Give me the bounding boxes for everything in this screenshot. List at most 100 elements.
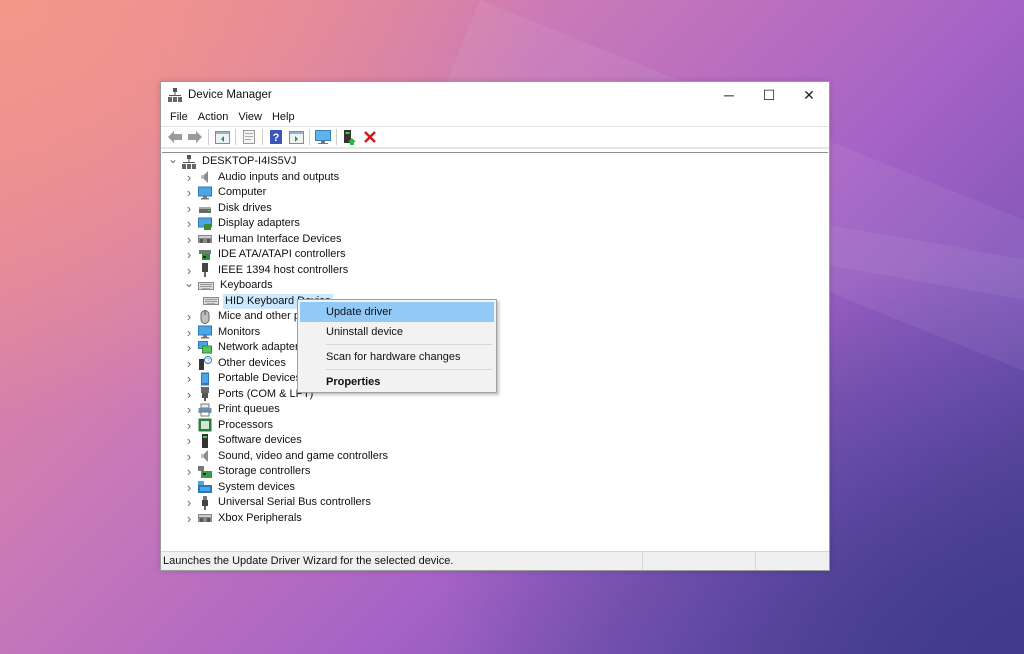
scan-hardware-button[interactable] — [314, 128, 332, 146]
tree-category-item[interactable]: › Monitors — [183, 325, 262, 341]
chevron-right-icon[interactable]: › — [183, 449, 195, 464]
tree-category-item[interactable]: › Sound, video and game controllers — [183, 449, 390, 465]
storage-controller-icon — [198, 465, 212, 479]
tree-root[interactable]: ⌄ DESKTOP-I4IS5VJ — [167, 153, 299, 170]
chevron-down-icon[interactable]: ⌄ — [167, 153, 179, 166]
ide-controller-icon — [198, 248, 212, 262]
chevron-right-icon[interactable]: › — [183, 480, 195, 495]
chevron-right-icon[interactable]: › — [183, 201, 195, 216]
chevron-right-icon[interactable]: › — [183, 418, 195, 433]
chevron-right-icon[interactable]: › — [183, 371, 195, 386]
chevron-right-icon[interactable]: › — [183, 232, 195, 247]
chevron-right-icon[interactable]: › — [183, 340, 195, 355]
tree-item-label: Software devices — [218, 434, 302, 447]
forward-arrow-icon — [188, 131, 202, 143]
tree-category-item[interactable]: › Disk drives — [183, 201, 274, 217]
tree-category-item[interactable]: › Ports (COM & LPT) — [183, 387, 315, 403]
device-manager-icon — [168, 88, 182, 102]
chevron-right-icon[interactable]: › — [183, 170, 195, 185]
menu-action[interactable]: Action — [193, 108, 234, 127]
chevron-right-icon[interactable]: › — [183, 356, 195, 371]
status-pane — [642, 552, 755, 570]
tree-category-item[interactable]: › Display adapters — [183, 216, 302, 232]
minimize-button[interactable]: ─ — [709, 82, 749, 108]
tree-category-item[interactable]: ›? Other devices — [183, 356, 288, 372]
tree-category-item[interactable]: › Software devices — [183, 433, 304, 449]
tree-category-item[interactable]: › Print queues — [183, 402, 282, 418]
maximize-button[interactable]: ☐ — [749, 82, 789, 108]
tree-category-item[interactable]: › Network adapters — [183, 340, 306, 356]
chevron-right-icon[interactable]: › — [183, 402, 195, 417]
tree-item-label: Keyboards — [220, 279, 273, 292]
chevron-right-icon[interactable]: › — [183, 325, 195, 340]
tree-item-label: Monitors — [218, 325, 261, 338]
toolbar: ? — [161, 127, 829, 149]
tree-item-label: Universal Serial Bus controllers — [218, 496, 371, 509]
tree-category-item[interactable]: ⌄ Keyboards — [183, 276, 275, 294]
tree-category-item[interactable]: › System devices — [183, 480, 297, 496]
speaker-icon — [198, 170, 212, 184]
mouse-icon — [198, 309, 212, 324]
chevron-right-icon[interactable]: › — [183, 464, 195, 479]
context-menu-uninstall-device[interactable]: Uninstall device — [300, 322, 494, 342]
chevron-right-icon[interactable]: › — [183, 247, 195, 262]
tree-item-label: Network adapters — [218, 341, 305, 354]
toolbar-separator — [208, 129, 209, 145]
tree-category-item[interactable]: › IDE ATA/ATAPI controllers — [183, 247, 348, 263]
properties-icon — [243, 130, 255, 144]
chevron-right-icon[interactable]: › — [183, 387, 195, 402]
disk-drive-icon — [198, 201, 212, 215]
context-menu-properties[interactable]: Properties — [300, 372, 494, 392]
tree-item-label: Processors — [218, 418, 274, 431]
chevron-right-icon[interactable]: › — [183, 185, 195, 200]
tree-category-item[interactable]: › IEEE 1394 host controllers — [183, 263, 350, 279]
tree-category-item[interactable]: › Processors — [183, 418, 275, 434]
tree-category-item[interactable]: › Xbox Peripherals — [183, 511, 304, 527]
tree-category-item[interactable]: › Human Interface Devices — [183, 232, 344, 248]
chevron-right-icon[interactable]: › — [183, 495, 195, 510]
menu-view[interactable]: View — [233, 108, 267, 127]
back-button[interactable] — [166, 128, 184, 146]
tree-item-label: Storage controllers — [218, 465, 311, 478]
chevron-right-icon[interactable]: › — [183, 309, 195, 324]
hid-icon — [198, 232, 212, 246]
context-menu: Update driver Uninstall device Scan for ha… — [297, 299, 497, 393]
title-bar[interactable]: Device Manager ─ ☐ ✕ — [161, 82, 829, 108]
hid-icon — [198, 511, 212, 525]
show-hide-console-tree-button[interactable] — [213, 128, 231, 146]
update-driver-button[interactable] — [341, 128, 359, 146]
tree-category-item[interactable]: › Audio inputs and outputs — [183, 170, 341, 186]
close-button[interactable]: ✕ — [789, 82, 829, 108]
forward-button[interactable] — [186, 128, 204, 146]
chevron-right-icon[interactable]: › — [183, 511, 195, 526]
tree-category-item[interactable]: › Storage controllers — [183, 464, 312, 480]
action-pane-button[interactable] — [287, 128, 305, 146]
close-icon: ✕ — [803, 86, 815, 103]
context-menu-separator — [326, 344, 492, 345]
tree-root-label: DESKTOP-I4IS5VJ — [202, 155, 297, 168]
tree-item-label: Display adapters — [218, 217, 300, 230]
chevron-down-icon[interactable]: ⌄ — [183, 276, 195, 290]
monitor-icon — [198, 325, 212, 339]
usb-icon — [198, 495, 212, 510]
context-menu-scan-for-hardware-changes[interactable]: Scan for hardware changes — [300, 347, 494, 367]
chevron-right-icon[interactable]: › — [183, 433, 195, 448]
properties-button[interactable] — [240, 128, 258, 146]
status-pane — [755, 552, 829, 570]
keyboard-icon — [198, 279, 214, 293]
chevron-right-icon[interactable]: › — [183, 263, 195, 278]
help-button[interactable]: ? — [267, 128, 285, 146]
uninstall-button[interactable] — [361, 128, 379, 146]
context-menu-update-driver[interactable]: Update driver — [300, 302, 494, 322]
display-adapter-icon — [198, 217, 212, 231]
chevron-right-icon[interactable]: › — [183, 216, 195, 231]
help-icon: ? — [270, 130, 282, 144]
tree-category-item[interactable]: › Universal Serial Bus controllers — [183, 495, 373, 511]
speaker-icon — [198, 449, 212, 463]
menu-help[interactable]: Help — [267, 108, 300, 127]
toolbar-separator — [309, 129, 310, 145]
network-adapter-icon — [198, 340, 212, 355]
menu-file[interactable]: File — [165, 108, 193, 127]
tree-category-item[interactable]: › Computer — [183, 185, 268, 201]
tree-category-item[interactable]: › Portable Devices — [183, 371, 303, 387]
